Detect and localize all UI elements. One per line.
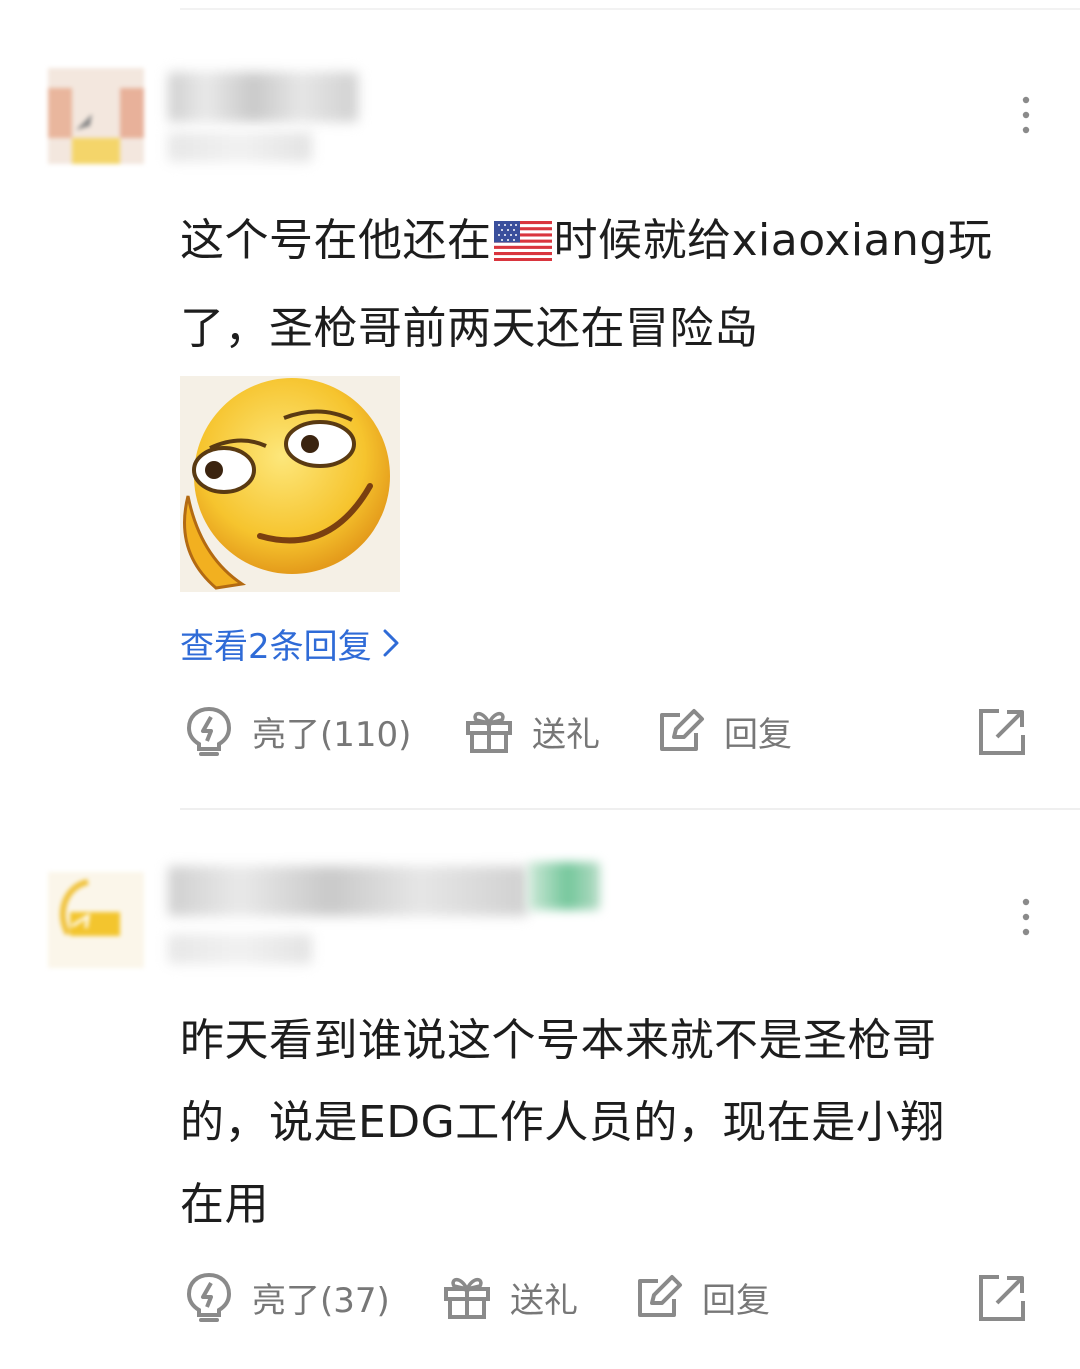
share-icon <box>979 709 1025 755</box>
reply-label: 回复 <box>702 1280 770 1321</box>
username-blurred[interactable] <box>168 866 528 916</box>
share-icon <box>979 1275 1025 1321</box>
gift-button[interactable]: 送礼 <box>464 706 600 756</box>
edit-reply-icon <box>634 1272 684 1322</box>
like-button[interactable]: 亮了(110) <box>184 706 411 756</box>
lightning-bulb-icon <box>184 1272 234 1322</box>
user-meta-blurred <box>168 132 312 162</box>
comment-text-segment: 了，圣枪哥前两天还在冒险岛 <box>180 303 759 354</box>
user-badge-blurred <box>528 862 600 910</box>
username-blurred[interactable] <box>168 72 358 122</box>
comment-body: 这个号在他还在 时候就给xiaoxiang玩了，圣枪哥前两天还在冒险岛 <box>180 200 1040 370</box>
gift-label: 送礼 <box>510 1280 578 1321</box>
gift-icon <box>442 1272 492 1322</box>
smirking-emoji-sticker-icon[interactable] <box>180 376 400 592</box>
more-options-button[interactable] <box>1010 892 1042 942</box>
user-meta-blurred <box>168 934 312 964</box>
us-flag-icon <box>493 206 552 288</box>
comment-actions: 亮了(37) 送礼 回复 <box>0 1272 1080 1328</box>
edit-reply-icon <box>656 706 706 756</box>
gift-button[interactable]: 送礼 <box>442 1272 578 1322</box>
more-vertical-icon <box>1022 96 1030 134</box>
reply-button[interactable]: 回复 <box>634 1272 770 1322</box>
comment-actions: 亮了(110) 送礼 回复 <box>0 706 1080 762</box>
comment-body: 昨天看到谁说这个号本来就不是圣枪哥 的，说是EDG工作人员的，现在是小翔 在用 <box>180 1000 1040 1246</box>
share-button[interactable] <box>976 1272 1028 1324</box>
gift-icon <box>464 706 514 756</box>
avatar[interactable] <box>48 872 144 968</box>
like-count: 亮了(110) <box>252 714 412 755</box>
share-button[interactable] <box>976 706 1028 758</box>
comment-text-segment: 这个号在他还在 <box>180 215 492 266</box>
like-button[interactable]: 亮了(37) <box>184 1272 390 1322</box>
comment-text-segment: 时候就给xiaoxiang玩 <box>553 215 993 266</box>
more-options-button[interactable] <box>1010 90 1042 140</box>
comment-line: 在用 <box>180 1179 269 1230</box>
comment-line: 昨天看到谁说这个号本来就不是圣枪哥 <box>180 1015 937 1066</box>
avatar[interactable] <box>48 68 144 164</box>
view-replies-link[interactable]: 查看2条回复 <box>180 618 400 668</box>
reply-label: 回复 <box>724 714 792 755</box>
like-count: 亮了(37) <box>252 1280 390 1321</box>
top-divider <box>180 8 1080 10</box>
comment-divider <box>180 808 1080 810</box>
lightning-bulb-icon <box>184 706 234 756</box>
reply-button[interactable]: 回复 <box>656 706 792 756</box>
view-replies-label: 查看2条回复 <box>180 626 372 667</box>
comment-line: 的，说是EDG工作人员的，现在是小翔 <box>180 1097 945 1148</box>
more-vertical-icon <box>1022 898 1030 936</box>
chevron-right-icon <box>383 629 399 657</box>
gift-label: 送礼 <box>532 714 600 755</box>
